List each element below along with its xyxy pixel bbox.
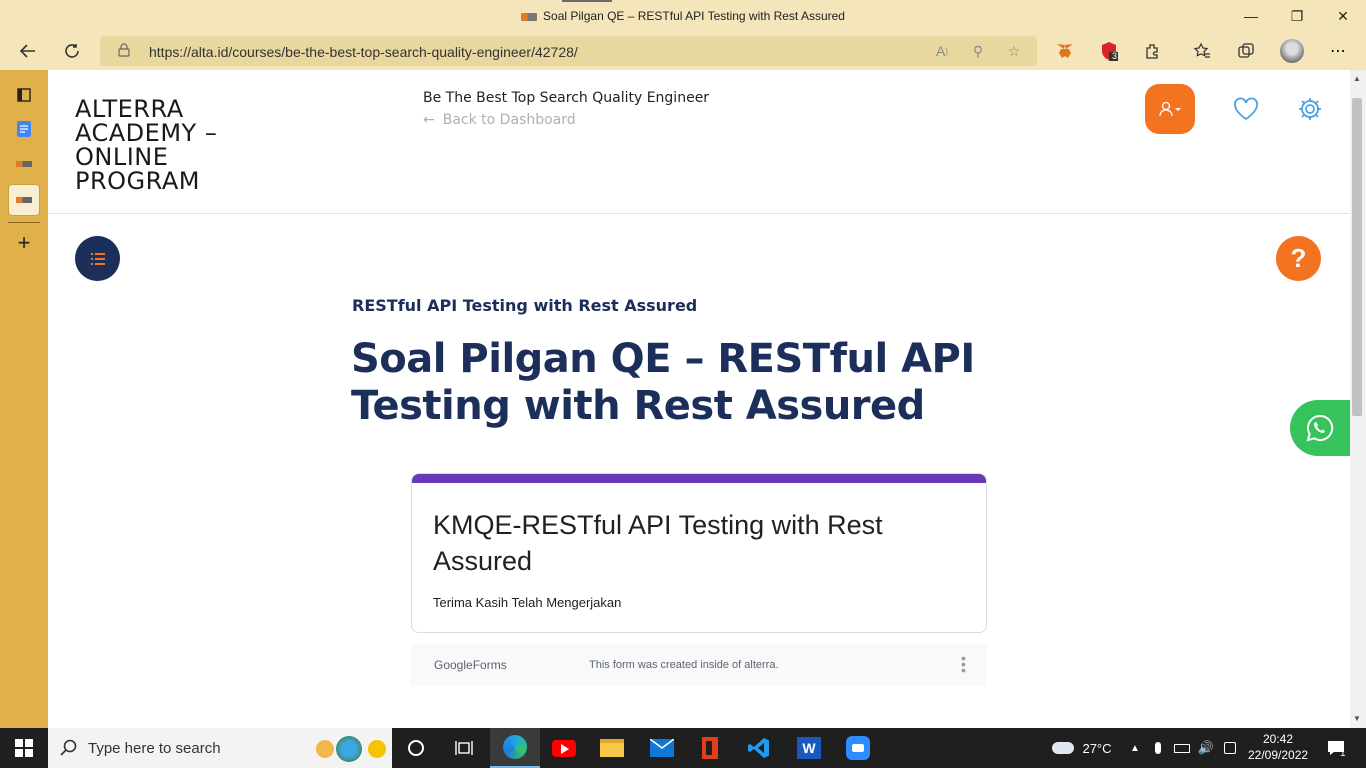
profile-avatar[interactable] [1280,39,1304,63]
chevron-up-icon[interactable]: ▲ [1126,728,1144,768]
google-form-embed: KMQE-RESTful API Testing with Rest Assur… [411,473,987,633]
word-icon[interactable]: W [793,728,825,768]
lesson-title: Soal Pilgan QE – RESTful API Testing wit… [351,336,975,429]
edge-icon [503,735,527,759]
refresh-button[interactable] [57,36,87,66]
form-footer-note: This form was created inside of alterra. [589,659,779,671]
form-more-options-icon[interactable]: • • • [961,651,966,677]
taskbar-search-box[interactable]: Type here to search [48,728,392,768]
scrollbar-thumb[interactable] [1352,98,1362,416]
volume-icon[interactable]: 🔊 [1196,728,1216,768]
tab-alterra-icon[interactable] [8,148,40,180]
clock-date: 22/09/2022 [1248,748,1309,762]
alterra-academy-logo[interactable]: ALTERRA ACADEMY – ONLINE PROGRAM [75,97,275,193]
battery-icon[interactable] [1172,728,1192,768]
shield-extension-icon[interactable]: 3 [1097,39,1121,63]
windows-taskbar: Type here to search W 27°C ▲ 🔊 20:42 22/… [0,728,1366,768]
weather-temperature[interactable]: 27°C [1080,728,1114,768]
close-button[interactable]: ✕ [1320,0,1366,32]
google-forms-logo-forms: Forms [472,658,507,672]
alterra-tab-icon [16,197,32,203]
windows-logo-icon [15,739,33,757]
help-button[interactable]: ? [1276,236,1321,281]
microphone-icon[interactable] [1150,728,1166,768]
lock-icon[interactable] [118,43,130,57]
refresh-icon [65,44,79,58]
lesson-menu-button[interactable] [75,236,120,281]
gear-icon[interactable] [1297,96,1323,122]
user-icon [1159,101,1181,117]
extension-badge: 3 [1112,51,1118,61]
browser-toolbar: https://alta.id/courses/be-the-best-top-… [0,32,1366,70]
youtube-icon[interactable] [548,728,580,768]
scroll-down-arrow-icon[interactable]: ▼ [1353,714,1361,723]
new-tab-plus-icon[interactable]: + [8,227,40,259]
window-titlebar: Soal Pilgan QE – RESTful API Testing wit… [0,0,1366,32]
search-highlight-icon[interactable] [316,734,388,762]
form-confirmation-message: Terima Kasih Telah Mengerjakan [433,595,622,610]
address-bar[interactable]: https://alta.id/courses/be-the-best-top-… [100,36,1037,66]
scroll-up-arrow-icon[interactable]: ▲ [1353,74,1361,83]
arrow-left-icon: ← [423,112,435,128]
tab-actions-icon[interactable] [8,79,40,111]
course-title: Be The Best Top Search Quality Engineer [423,90,710,106]
taskbar-edge[interactable] [490,728,540,768]
back-to-dashboard-text: Back to Dashboard [442,112,576,128]
back-to-dashboard-link[interactable]: ← Back to Dashboard [423,112,576,128]
metamask-icon[interactable] [1053,39,1077,63]
mail-icon[interactable] [646,728,678,768]
header-divider [48,213,1350,214]
extensions-icon[interactable] [1141,39,1165,63]
help-question-icon: ? [1290,243,1307,273]
page-scrollbar[interactable]: ▲ ▼ [1350,70,1366,728]
more-menu-icon[interactable]: ⋯ [1326,39,1350,63]
list-icon [90,252,105,265]
favorites-icon[interactable] [1190,39,1214,63]
zoom-out-icon[interactable]: ⚲ [968,41,988,61]
google-forms-logo[interactable]: GoogleForms [434,658,507,672]
cortana-icon[interactable] [398,728,434,768]
form-header-bar [412,474,986,483]
vscode-icon[interactable] [743,728,775,768]
collections-icon[interactable] [1234,39,1258,63]
office-icon[interactable] [694,728,726,768]
form-title: KMQE-RESTful API Testing with Rest Assur… [433,510,883,576]
whatsapp-icon [1306,414,1334,442]
search-placeholder: Type here to search [88,740,221,757]
weather-cloud-icon[interactable] [1048,728,1078,768]
window-title: Soal Pilgan QE – RESTful API Testing wit… [0,9,1366,23]
zoom-icon[interactable] [842,728,874,768]
sidebar-separator [8,222,40,223]
whatsapp-chat-button[interactable] [1290,400,1350,456]
google-forms-logo-google: Google [434,658,473,672]
restore-button[interactable]: ❐ [1274,0,1320,32]
minimize-button[interactable]: — [1228,0,1274,32]
notification-count: 1 [1340,748,1346,759]
read-aloud-icon[interactable]: A) [932,41,952,61]
lesson-subtitle: RESTful API Testing with Rest Assured [352,296,698,315]
add-favorite-icon[interactable]: ☆ [1004,41,1024,61]
user-menu-button[interactable] [1145,84,1195,134]
start-button[interactable] [0,728,48,768]
tab-alterra-active[interactable] [8,184,40,216]
tab-indicator [562,0,612,2]
arrow-left-icon [19,44,35,58]
back-button[interactable] [13,36,43,66]
file-explorer-icon[interactable] [596,728,628,768]
vertical-tabs-sidebar: + [0,70,48,728]
system-clock[interactable]: 20:42 22/09/2022 [1248,731,1308,763]
task-view-icon[interactable] [446,728,482,768]
web-page: ALTERRA ACADEMY – ONLINE PROGRAM Be The … [48,70,1350,728]
display-icon[interactable] [1220,728,1240,768]
heart-icon[interactable] [1233,96,1259,122]
url-text[interactable]: https://alta.id/courses/be-the-best-top-… [149,44,578,60]
notification-center-icon[interactable]: 1 [1322,728,1350,768]
window-title-text: Soal Pilgan QE – RESTful API Testing wit… [543,9,845,23]
alterra-favicon [521,12,538,21]
search-icon [60,739,77,756]
form-footer: GoogleForms This form was created inside… [411,644,987,686]
tab-docs-icon[interactable] [8,113,40,145]
clock-time: 20:42 [1262,732,1294,746]
avatar-image [1280,39,1304,63]
